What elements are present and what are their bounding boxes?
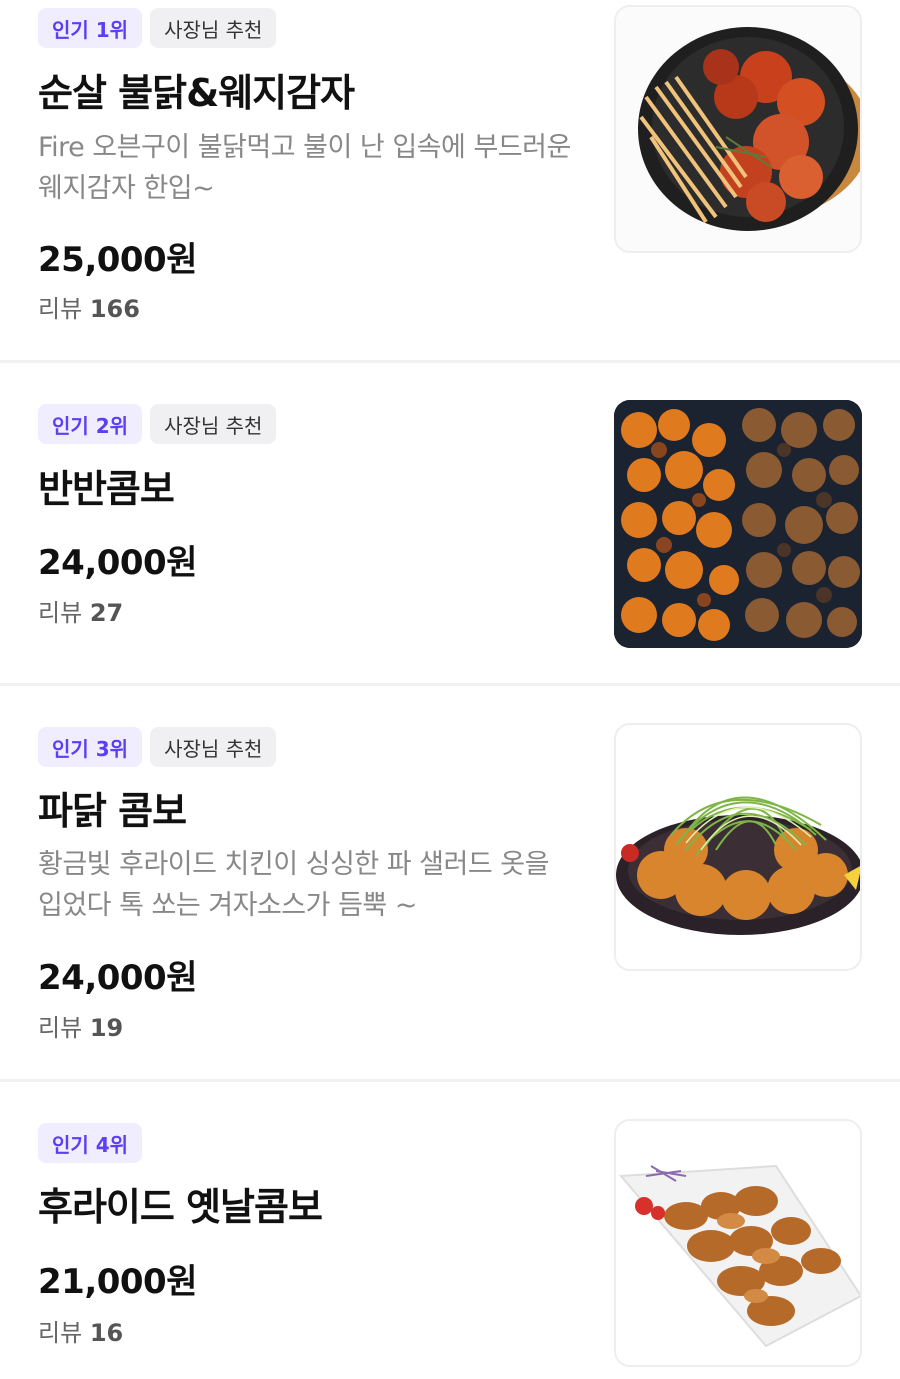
- menu-item-price: 25,000원: [38, 240, 197, 280]
- half-half-chicken-photo[interactable]: [614, 400, 862, 648]
- review-label: 리뷰: [38, 1319, 83, 1347]
- fried-chicken-platter-photo[interactable]: [614, 1119, 862, 1367]
- review-label: 리뷰: [38, 295, 83, 323]
- owner-recommend-badge: 사장님 추천: [150, 404, 277, 444]
- review-count: 리뷰 16: [38, 1313, 123, 1348]
- menu-item-2[interactable]: 인기 2위 사장님 추천 반반콤보 24,000원 리뷰 27: [0, 363, 900, 683]
- review-count: 리뷰 166: [38, 289, 140, 324]
- review-count: 리뷰 27: [38, 593, 123, 628]
- review-label: 리뷰: [38, 1014, 83, 1042]
- menu-item-description: 황금빛 후라이드 치킨이 싱싱한 파 샐러드 옷을 입었다 톡 쏘는 겨자소스가…: [38, 849, 549, 921]
- review-number: 166: [89, 295, 140, 323]
- popularity-badge: 인기 2위: [38, 404, 143, 444]
- badge-group: 인기 4위: [38, 1123, 143, 1163]
- badge-group: 인기 2위 사장님 추천: [38, 404, 277, 444]
- popularity-badge: 인기 4위: [38, 1123, 143, 1163]
- menu-item-description: Fire 오븐구이 불닭먹고 불이 난 입속에 부드러운 웨지감자 한입~: [38, 132, 571, 204]
- review-number: 27: [89, 599, 124, 627]
- popularity-badge: 인기 1위: [38, 8, 143, 48]
- badge-group: 인기 3위 사장님 추천: [38, 727, 277, 767]
- menu-item-price: 21,000원: [38, 1262, 197, 1302]
- menu-item-price: 24,000원: [38, 958, 197, 998]
- owner-recommend-badge: 사장님 추천: [150, 8, 277, 48]
- menu-item-name: 파닭 콤보: [38, 789, 187, 833]
- menu-item-3[interactable]: 인기 3위 사장님 추천 파닭 콤보 황금빛 후라이드 치킨이 싱싱한 파 샐러…: [0, 686, 900, 1079]
- review-label: 리뷰: [38, 599, 83, 627]
- badge-group: 인기 1위 사장님 추천: [38, 8, 277, 48]
- review-count: 리뷰 19: [38, 1008, 123, 1043]
- menu-item-price: 24,000원: [38, 543, 197, 583]
- green-onion-chicken-photo[interactable]: [614, 723, 862, 971]
- menu-item-4[interactable]: 인기 4위 후라이드 옛날콤보 21,000원 리뷰 16: [0, 1082, 900, 1379]
- owner-recommend-badge: 사장님 추천: [150, 727, 277, 767]
- menu-item-name: 반반콤보: [38, 467, 175, 511]
- menu-item-name: 후라이드 옛날콤보: [38, 1185, 323, 1229]
- review-number: 16: [89, 1319, 124, 1347]
- review-number: 19: [89, 1014, 124, 1042]
- spicy-chicken-wedge-fries-photo[interactable]: [614, 5, 862, 253]
- popularity-badge: 인기 3위: [38, 727, 143, 767]
- menu-item-name: 순살 불닭&웨지감자: [38, 71, 355, 115]
- menu-item-1[interactable]: 인기 1위 사장님 추천 순살 불닭&웨지감자 Fire 오븐구이 불닭먹고 불…: [0, 0, 900, 360]
